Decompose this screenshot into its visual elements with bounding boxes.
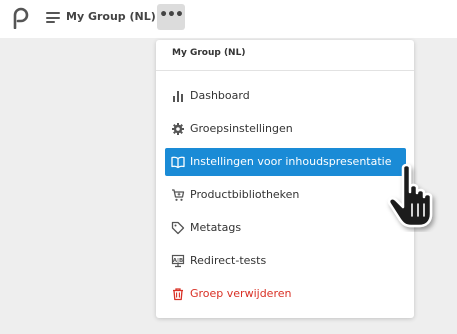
menu-item-label: Instellingen voor inhoudspresentatie [190,155,392,168]
bar-chart-icon [173,91,183,102]
cart-icon [172,189,185,201]
dropdown-title: My Group (NL) [172,48,246,58]
menu-item-dashboard[interactable]: Dashboard [165,82,406,110]
menu-item-groep-verwijderen[interactable]: Groep verwijderen [165,280,406,308]
hand-pointer-icon [387,163,433,228]
group-name[interactable]: My Group (NL) [66,10,156,23]
menu-item-productbibliotheken[interactable]: Productbibliotheken [165,181,406,209]
tag-icon [171,221,185,235]
more-options-button[interactable]: ••• [157,4,185,30]
ab-test-icon: A|B [171,254,185,268]
menu-item-metatags[interactable]: Metatags [165,214,406,242]
menu-item-label: Productbibliotheken [190,188,300,201]
svg-text:A|B: A|B [173,258,183,264]
menu-divider [156,70,414,71]
group-dropdown-menu: My Group (NL) Dashboard Groepsinstelling… [156,40,414,318]
logo-p-icon[interactable] [12,7,30,29]
menu-item-label: Metatags [190,221,242,234]
gear-icon [172,123,184,135]
trash-icon [173,288,183,301]
menu-item-label: Groepsinstellingen [190,122,293,135]
book-open-icon [171,156,185,169]
menu-item-label: Groep verwijderen [190,287,292,300]
menu-item-inhoudspresentatie[interactable]: Instellingen voor inhoudspresentatie [165,148,406,176]
menu-item-label: Dashboard [190,89,250,102]
menu-item-groepsinstellingen[interactable]: Groepsinstellingen [165,115,406,143]
hamburger-icon[interactable] [46,12,60,23]
top-bar: My Group (NL) ••• [0,0,457,38]
menu-item-label: Redirect-tests [190,254,267,267]
menu-item-redirect-tests[interactable]: A|B Redirect-tests [165,247,406,275]
